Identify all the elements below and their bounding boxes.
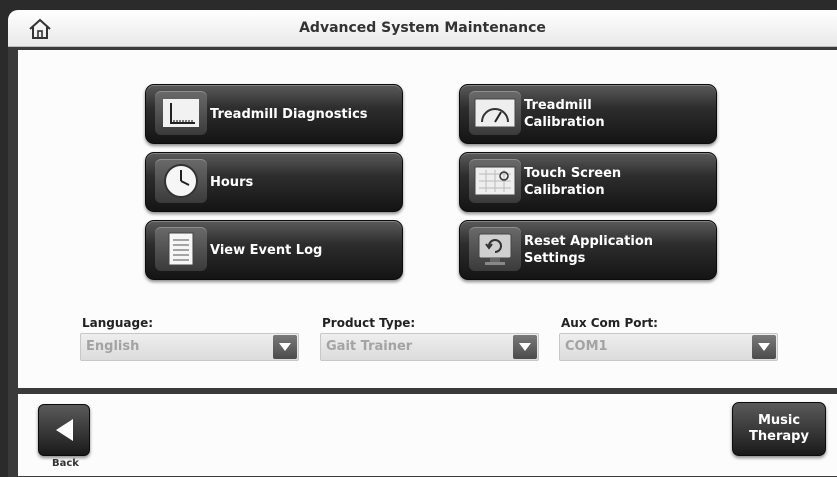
- hours-button[interactable]: Hours: [145, 152, 403, 212]
- treadmill-diagnostics-label: Treadmill Diagnostics: [210, 106, 368, 122]
- gauge-icon: [469, 91, 521, 135]
- aux-com-port-value: COM1: [565, 339, 608, 354]
- music-therapy-button[interactable]: Music Therapy: [732, 402, 826, 456]
- back-button[interactable]: [38, 404, 90, 456]
- reset-application-settings-button[interactable]: Reset Application Settings: [459, 220, 717, 280]
- back-arrow-icon: [56, 419, 73, 441]
- touch-screen-calibration-label: Touch Screen Calibration: [524, 166, 622, 198]
- treadmill-icon: [155, 91, 207, 135]
- chevron-down-icon: [273, 335, 297, 359]
- language-select[interactable]: English: [80, 333, 299, 361]
- treadmill-diagnostics-button[interactable]: Treadmill Diagnostics: [145, 84, 403, 144]
- language-value: English: [86, 339, 140, 354]
- hours-label: Hours: [210, 174, 254, 190]
- product-type-select[interactable]: Gait Trainer: [320, 333, 539, 361]
- back-label: Back: [52, 458, 79, 469]
- header-bar: Advanced System Maintenance: [8, 10, 837, 47]
- clock-icon: [155, 159, 207, 203]
- aux-com-port-select[interactable]: COM1: [559, 333, 778, 361]
- chevron-down-icon: [513, 335, 537, 359]
- product-type-value: Gait Trainer: [326, 339, 413, 354]
- treadmill-calibration-label: Treadmill Calibration: [524, 98, 605, 130]
- document-icon: [155, 227, 207, 271]
- touch-screen-icon: [469, 159, 521, 203]
- language-label: Language:: [82, 316, 154, 330]
- page-title: Advanced System Maintenance: [299, 20, 546, 36]
- aux-com-port-label: Aux Com Port:: [561, 316, 658, 330]
- chevron-down-icon: [752, 335, 776, 359]
- touch-screen-calibration-button[interactable]: Touch Screen Calibration: [459, 152, 717, 212]
- treadmill-calibration-button[interactable]: Treadmill Calibration: [459, 84, 717, 144]
- product-type-label: Product Type:: [322, 316, 416, 330]
- reset-application-settings-label: Reset Application Settings: [524, 234, 654, 266]
- reset-monitor-icon: [469, 227, 521, 271]
- view-event-log-button[interactable]: View Event Log: [145, 220, 403, 280]
- view-event-log-label: View Event Log: [210, 242, 323, 258]
- footer-panel: [18, 394, 837, 476]
